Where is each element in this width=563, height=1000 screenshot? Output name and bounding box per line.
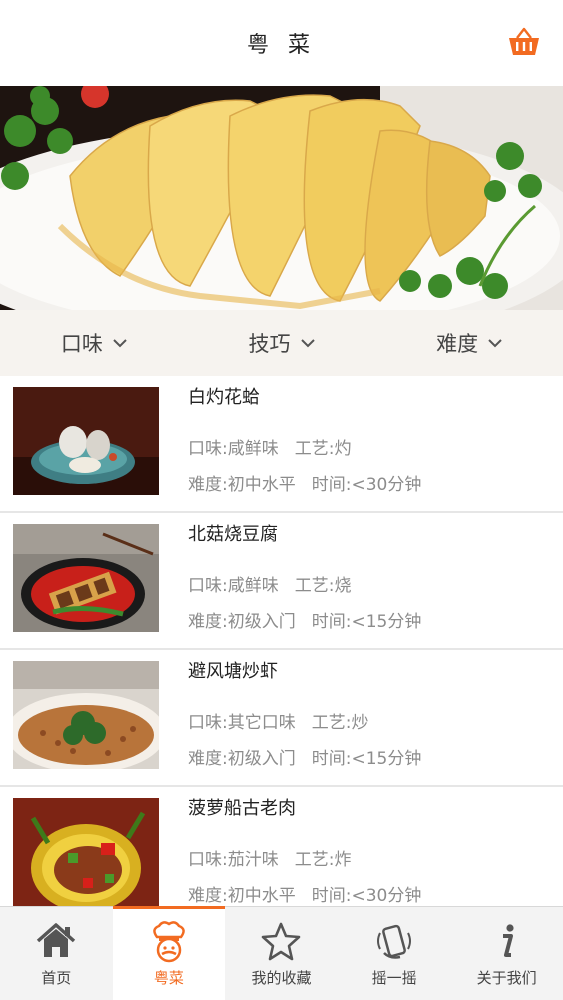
recipe-difficulty: 难度:初级入门	[188, 749, 296, 769]
tab-cantonese[interactable]: 粤菜	[112, 906, 226, 1000]
recipe-name: 菠萝船古老肉	[188, 798, 296, 819]
recipe-craft: 工艺:灼	[294, 439, 352, 459]
header-bar: 粤 菜	[0, 0, 563, 86]
tab-label: 摇一摇	[371, 969, 417, 987]
filter-label: 技巧	[248, 332, 291, 356]
shopping-basket-icon[interactable]	[507, 26, 541, 58]
recipe-difficulty-time: 难度:初中水平 时间:<30分钟	[188, 881, 421, 906]
recipe-time: 时间:<30分钟	[311, 475, 422, 495]
mushroom-tofu-photo	[13, 524, 159, 632]
home-icon	[37, 923, 76, 957]
recipe-time: 时间:<15分钟	[311, 749, 422, 769]
recipe-item[interactable]: 白灼花蛤 口味:咸鲜味 工艺:灼 难度:初中水平 时间:<30分钟	[0, 376, 563, 513]
chevron-down-icon	[300, 339, 315, 348]
recipe-taste: 口味:茄汁味	[188, 850, 279, 870]
tab-label: 粤菜	[153, 969, 184, 987]
chevron-down-icon	[113, 339, 127, 348]
filter-label: 口味	[60, 332, 103, 356]
shake-phone-icon	[377, 924, 412, 959]
info-icon	[502, 924, 514, 957]
recipe-name: 避风塘炒虾	[188, 661, 278, 682]
chevron-down-icon	[488, 339, 502, 348]
recipe-craft: 工艺:烧	[294, 576, 352, 596]
tab-favorites[interactable]: 我的收藏	[225, 907, 338, 1000]
recipe-taste-craft: 口味:咸鲜味 工艺:烧	[188, 571, 351, 596]
recipe-list: 白灼花蛤 口味:咸鲜味 工艺:灼 难度:初中水平 时间:<30分钟 北菇烧豆腐 …	[0, 376, 563, 906]
recipe-time: 时间:<15分钟	[311, 612, 422, 632]
recipe-taste-craft: 口味:茄汁味 工艺:炸	[188, 845, 351, 870]
clams-photo	[13, 387, 159, 495]
recipe-thumbnail	[13, 524, 159, 632]
tab-label: 我的收藏	[251, 969, 312, 987]
banner-image[interactable]	[0, 86, 563, 310]
recipe-item[interactable]: 北菇烧豆腐 口味:咸鲜味 工艺:烧 难度:初级入门 时间:<15分钟	[0, 513, 563, 650]
recipe-taste: 口味:咸鲜味	[188, 439, 279, 459]
recipe-taste: 口味:其它口味	[188, 713, 296, 733]
recipe-item[interactable]: 菠萝船古老肉 口味:茄汁味 工艺:炸 难度:初中水平 时间:<30分钟	[0, 787, 563, 906]
recipe-difficulty-time: 难度:初中水平 时间:<30分钟	[188, 470, 421, 495]
recipe-taste: 口味:咸鲜味	[188, 576, 279, 596]
recipe-difficulty: 难度:初级入门	[188, 612, 296, 632]
filter-technique[interactable]: 技巧	[188, 328, 376, 358]
recipe-craft: 工艺:炒	[311, 713, 369, 733]
recipe-difficulty-time: 难度:初级入门 时间:<15分钟	[188, 744, 421, 769]
filter-bar: 口味 技巧 难度	[0, 310, 563, 377]
recipe-difficulty: 难度:初中水平	[188, 886, 296, 906]
recipe-item[interactable]: 避风塘炒虾 口味:其它口味 工艺:炒 难度:初级入门 时间:<15分钟	[0, 650, 563, 787]
filter-label: 难度	[436, 332, 479, 356]
recipe-taste-craft: 口味:咸鲜味 工艺:灼	[188, 434, 351, 459]
fried-shrimp-photo	[13, 661, 159, 769]
recipe-name: 白灼花蛤	[188, 387, 260, 408]
recipe-craft: 工艺:炸	[294, 850, 352, 870]
recipe-time: 时间:<30分钟	[311, 886, 422, 906]
recipe-difficulty: 难度:初中水平	[188, 475, 296, 495]
star-icon	[262, 922, 301, 961]
bottom-tab-bar: 首页 粤菜 我的收藏 摇一摇 关于我们	[0, 906, 563, 1000]
tab-label: 首页	[41, 969, 72, 987]
filter-difficulty[interactable]: 难度	[375, 328, 563, 358]
recipe-thumbnail	[13, 387, 159, 495]
app-screen: 粤 菜 口味 技巧 难度 白灼花蛤 口味:咸鲜味 工艺:灼 难度:初中水平 时间…	[0, 0, 563, 1000]
tab-home[interactable]: 首页	[0, 907, 113, 1000]
recipe-thumbnail	[13, 661, 159, 769]
filter-taste[interactable]: 口味	[0, 328, 188, 358]
recipe-difficulty-time: 难度:初级入门 时间:<15分钟	[188, 607, 421, 632]
tab-label: 关于我们	[476, 969, 537, 987]
chef-icon	[153, 921, 185, 963]
pineapple-pork-photo	[13, 798, 159, 906]
page-title: 粤 菜	[247, 33, 316, 58]
tab-shake[interactable]: 摇一摇	[338, 907, 451, 1000]
tab-about[interactable]: 关于我们	[450, 907, 563, 1000]
recipe-taste-craft: 口味:其它口味 工艺:炒	[188, 708, 368, 733]
recipe-thumbnail	[13, 798, 159, 906]
white-cut-chicken-photo	[0, 86, 563, 310]
recipe-name: 北菇烧豆腐	[188, 524, 278, 545]
